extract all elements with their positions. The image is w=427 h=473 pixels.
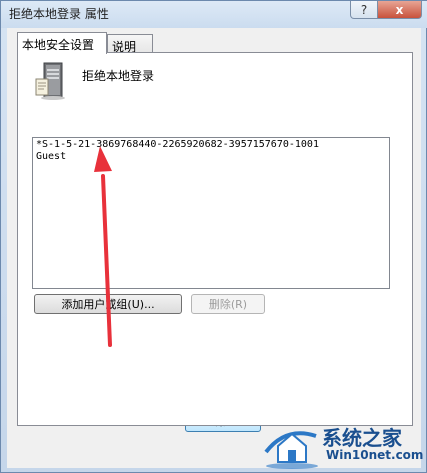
tab-panel: 拒绝本地登录 *S-1-5-21-3869768440-2265920682-3… (17, 52, 413, 426)
title-bar[interactable]: 拒绝本地登录 属性 ? x (1, 1, 427, 28)
add-user-or-group-button[interactable]: 添加用户或组(U)... (34, 294, 182, 314)
watermark-name: 系统之家 (322, 426, 402, 450)
policy-name: 拒绝本地登录 (82, 69, 155, 83)
house-logo-icon (264, 431, 318, 469)
list-item[interactable]: *S-1-5-21-3869768440-2265920682-39571576… (33, 139, 389, 151)
window-title: 拒绝本地登录 属性 (9, 7, 109, 21)
tab-local-security-setting[interactable]: 本地安全设置 (17, 32, 107, 54)
server-computer-icon (35, 62, 65, 100)
help-button[interactable]: ? (350, 1, 378, 19)
tab-label: 本地安全设置 (22, 38, 95, 52)
user-group-list[interactable]: *S-1-5-21-3869768440-2265920682-39571576… (32, 137, 390, 289)
close-button[interactable]: x (378, 1, 422, 19)
properties-window: 拒绝本地登录 属性 ? x 本地安全设置 说明 拒绝本地登录 *S-1-5-21… (0, 0, 427, 473)
remove-button[interactable]: 删除(R) (191, 294, 265, 314)
watermark: 系统之家 Win10net.com (262, 418, 427, 473)
caption-buttons: ? x (350, 1, 422, 19)
dialog-client-area: 本地安全设置 说明 拒绝本地登录 *S-1-5-21-3869768440-22… (7, 28, 421, 468)
watermark-url: Win10net.com (326, 448, 424, 462)
list-item[interactable]: Guest (33, 151, 389, 163)
